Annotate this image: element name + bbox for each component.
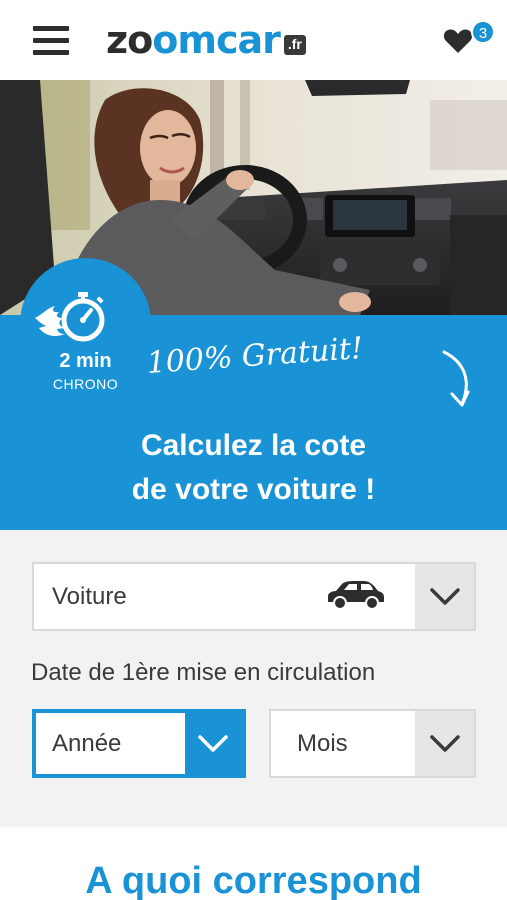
chrono-label: CHRONO	[52, 376, 119, 392]
favorites-button[interactable]: 3	[443, 20, 495, 60]
section-title: A quoi correspond	[85, 860, 422, 900]
vehicle-type-dropdown-button[interactable]	[415, 564, 474, 629]
logo-car: car	[215, 18, 281, 62]
zoomcar-logo[interactable]: zoomcar .fr	[106, 18, 306, 62]
banner-title: Calculez la cote de votre voiture !	[0, 424, 507, 512]
logo-tld: .fr	[283, 35, 306, 55]
year-select-value: Année	[52, 730, 122, 757]
chevron-down-icon	[430, 588, 460, 605]
stopwatch-fire-icon	[35, 292, 105, 342]
header: zoomcar .fr 3	[0, 0, 507, 80]
car-icon	[328, 581, 384, 610]
vehicle-type-select[interactable]: Voiture	[32, 562, 476, 631]
chevron-down-icon	[198, 735, 228, 752]
banner-title-line1: Calculez la cote	[140, 429, 367, 462]
month-dropdown-button[interactable]	[415, 711, 474, 776]
month-select[interactable]: Mois	[269, 709, 476, 778]
logo-om: om	[152, 18, 217, 62]
hamburger-menu-icon[interactable]	[33, 26, 69, 56]
banner-title-line2: de votre voiture !	[131, 473, 376, 506]
heart-icon	[443, 29, 473, 53]
month-select-value: Mois	[297, 730, 348, 757]
logo-zo: zo	[106, 18, 153, 62]
favorites-count-badge: 3	[471, 20, 495, 44]
year-select[interactable]: Année	[32, 709, 246, 778]
chevron-down-icon	[430, 735, 460, 752]
curved-arrow-down-icon	[442, 350, 470, 407]
vehicle-type-value: Voiture	[52, 583, 127, 610]
registration-date-label: Date de 1ère mise en circulation	[31, 659, 376, 686]
chrono-time: 2 min	[59, 350, 112, 372]
year-dropdown-button[interactable]	[185, 713, 242, 774]
